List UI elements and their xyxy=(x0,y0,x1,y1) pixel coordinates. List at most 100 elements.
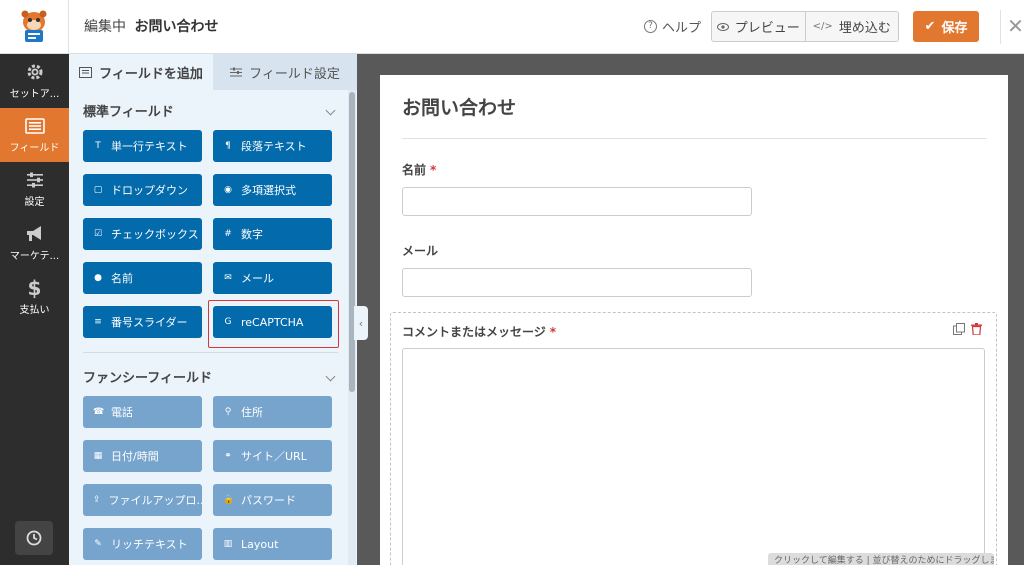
revisions-button[interactable] xyxy=(15,521,53,555)
left-sidebar: セットア... フィールド 設定 マーケテ... $ 支払い xyxy=(0,54,69,565)
field-type-icon: ⇪ xyxy=(93,495,101,505)
panel-scrollbar-thumb[interactable] xyxy=(349,92,355,392)
standard-field-button[interactable]: ◉ 多項選択式 xyxy=(213,174,332,206)
standard-field-button[interactable]: ✉ メール xyxy=(213,262,332,294)
megaphone-icon xyxy=(25,225,45,243)
chevron-down-icon xyxy=(325,371,336,382)
field-type-icon: T xyxy=(95,141,101,151)
comment-field-label[interactable]: コメントまたはメッセージ * xyxy=(402,323,556,340)
sidebar-item-marketing[interactable]: マーケテ... xyxy=(0,216,69,270)
field-label-text: 名前 xyxy=(402,163,427,177)
section-divider xyxy=(83,352,338,353)
email-field-label[interactable]: メール xyxy=(402,242,438,259)
standard-field-button[interactable]: T 単一行テキスト xyxy=(83,130,202,162)
sidebar-item-fields[interactable]: フィールド xyxy=(0,108,69,162)
history-icon xyxy=(26,530,42,546)
fancy-field-button[interactable]: ☎ 電話 xyxy=(83,396,202,428)
required-marker: * xyxy=(549,325,557,339)
section-title: 標準フィールド xyxy=(83,105,174,120)
field-button-label: 段落テキスト xyxy=(241,140,307,153)
comment-textarea-preview[interactable] xyxy=(402,348,985,565)
field-type-icon: ◉ xyxy=(224,185,232,195)
sidebar-item-label: マーケテ... xyxy=(9,250,60,262)
close-icon[interactable]: ✕ xyxy=(1000,10,1024,44)
sliders-icon xyxy=(26,171,44,189)
field-type-icon: ▢ xyxy=(93,185,103,195)
tab-field-options[interactable]: フィールド設定 xyxy=(213,54,357,90)
field-button-label: 住所 xyxy=(241,406,263,419)
tab-add-fields[interactable]: フィールドを追加 xyxy=(69,54,213,90)
field-label-text: メール xyxy=(402,244,439,258)
preview-button[interactable]: プレビュー xyxy=(712,12,805,41)
title-divider xyxy=(402,138,987,139)
eye-icon xyxy=(716,22,729,31)
field-type-icon: 🔒 xyxy=(223,495,235,505)
field-button-label: ファイルアップロ... xyxy=(108,494,202,507)
sidebar-item-label: フィールド xyxy=(9,142,60,154)
field-type-icon: ☑ xyxy=(93,229,103,239)
field-button-label: サイト／URL xyxy=(241,450,307,463)
code-icon: </> xyxy=(812,21,833,32)
drag-hint-tooltip: クリックして編集する | 並び替えのためにドラッグします xyxy=(768,553,994,565)
help-link[interactable]: ? ヘルプ xyxy=(644,17,701,36)
field-actions xyxy=(953,323,982,335)
standard-fields-header[interactable]: 標準フィールド xyxy=(83,101,338,120)
field-button-label: リッチテキスト xyxy=(111,538,188,551)
sidebar-item-payments[interactable]: $ 支払い xyxy=(0,270,69,324)
sliders-icon xyxy=(230,67,243,76)
gear-icon xyxy=(26,63,44,81)
fancy-field-button[interactable]: ⚲ 住所 xyxy=(213,396,332,428)
name-field-label[interactable]: 名前 * xyxy=(402,161,436,178)
field-type-icon: ▦ xyxy=(93,451,103,461)
field-button-label: チェックボックス xyxy=(111,228,199,241)
preview-label: プレビュー xyxy=(734,21,800,36)
sidebar-item-label: 支払い xyxy=(19,304,50,316)
field-type-icon: ✉ xyxy=(224,273,232,283)
duplicate-icon[interactable] xyxy=(953,323,965,335)
list-icon xyxy=(79,66,93,78)
fields-icon xyxy=(24,117,45,135)
field-button-label: 名前 xyxy=(111,272,133,285)
fancy-field-button[interactable]: ⚭ サイト／URL xyxy=(213,440,332,472)
question-icon: ? xyxy=(644,20,657,33)
embed-button[interactable]: </> 埋め込む xyxy=(804,12,899,41)
fancy-field-button[interactable]: ▥ Layout xyxy=(213,528,332,560)
standard-field-button[interactable]: # 数字 xyxy=(213,218,332,250)
field-type-icon: ⚭ xyxy=(224,451,232,461)
sidebar-item-settings[interactable]: 設定 xyxy=(0,162,69,216)
fancy-field-button[interactable]: ▦ 日付/時間 xyxy=(83,440,202,472)
save-button[interactable]: ✔ 保存 xyxy=(913,11,979,42)
sidebar-item-label: セットア... xyxy=(9,88,60,100)
fancy-fields-header[interactable]: ファンシーフィールド xyxy=(83,367,338,386)
form-title: お問い合わせ xyxy=(402,97,517,119)
field-label-text: コメントまたはメッセージ xyxy=(402,325,546,339)
collapse-panel-button[interactable]: ‹ xyxy=(354,306,368,340)
fields-panel: フィールドを追加 フィールド設定 標準フィールド T 単一行テキスト ¶ 段落テキスト… xyxy=(69,54,357,565)
standard-field-button[interactable]: ¶ 段落テキスト xyxy=(213,130,332,162)
standard-field-button[interactable]: ≡ 番号スライダー xyxy=(83,306,202,338)
email-input-preview[interactable] xyxy=(402,268,752,297)
field-type-icon: ≡ xyxy=(94,317,102,327)
trash-icon[interactable] xyxy=(971,323,982,335)
field-button-label: 単一行テキスト xyxy=(111,140,188,153)
field-type-icon: ¶ xyxy=(225,141,231,151)
field-button-label: 数字 xyxy=(241,228,263,241)
fancy-field-button[interactable]: 🔒 パスワード xyxy=(213,484,332,516)
standard-field-button[interactable]: ● 名前 xyxy=(83,262,202,294)
section-title: ファンシーフィールド xyxy=(83,371,212,386)
field-type-icon: ⚲ xyxy=(224,407,232,417)
standard-field-button[interactable]: ▢ ドロップダウン xyxy=(83,174,202,206)
standard-field-button[interactable]: ☑ チェックボックス xyxy=(83,218,202,250)
field-button-label: 番号スライダー xyxy=(111,316,188,329)
name-input-preview[interactable] xyxy=(402,187,752,216)
field-button-label: 日付/時間 xyxy=(111,450,159,463)
dollar-icon: $ xyxy=(27,275,42,300)
sidebar-item-setup[interactable]: セットア... xyxy=(0,54,69,108)
checkmark-icon: ✔ xyxy=(924,19,936,34)
field-button-label: ドロップダウン xyxy=(111,184,188,197)
sidebar-item-label: 設定 xyxy=(24,196,45,208)
fancy-field-button[interactable]: ✎ リッチテキスト xyxy=(83,528,202,560)
tab-label: フィールド設定 xyxy=(249,66,340,82)
fancy-field-button[interactable]: ⇪ ファイルアップロ... xyxy=(83,484,202,516)
top-bar: 編集中 お問い合わせ ? ヘルプ プレビュー </> 埋め込む ✔ 保存 ✕ xyxy=(0,0,1024,54)
